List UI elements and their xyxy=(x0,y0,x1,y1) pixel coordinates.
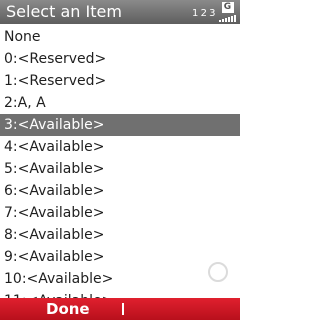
watermark-logo xyxy=(198,262,238,296)
list-item[interactable]: 6:<Available> xyxy=(0,180,240,202)
status-icons: 1 2 3 G xyxy=(192,2,236,22)
list-item[interactable]: 2:A, A xyxy=(0,92,240,114)
list-item[interactable]: 1:<Reserved> xyxy=(0,70,240,92)
list-item[interactable]: 4:<Available> xyxy=(0,136,240,158)
gprs-icon: G xyxy=(221,2,234,13)
list-item[interactable]: 7:<Available> xyxy=(0,202,240,224)
list-item-selected[interactable]: 3:<Available> xyxy=(0,114,240,136)
phone-screen: Select an Item 1 2 3 G None 0:<Reserved>… xyxy=(0,0,240,320)
title-bar: Select an Item 1 2 3 G xyxy=(0,0,240,24)
softkey-divider xyxy=(122,303,124,315)
list-item[interactable]: 5:<Available> xyxy=(0,158,240,180)
done-button[interactable]: Done xyxy=(46,298,90,320)
input-mode-indicator: 1 2 3 xyxy=(192,8,215,19)
list-item[interactable]: 8:<Available> xyxy=(0,224,240,246)
network-status: G xyxy=(219,2,236,22)
signal-strength-icon xyxy=(219,15,236,22)
list-item[interactable]: 0:<Reserved> xyxy=(0,48,240,70)
list-item[interactable]: None xyxy=(0,26,240,48)
softkey-bar: Done xyxy=(0,298,240,320)
watermark-icon xyxy=(208,262,228,282)
screen-title: Select an Item xyxy=(6,2,122,21)
